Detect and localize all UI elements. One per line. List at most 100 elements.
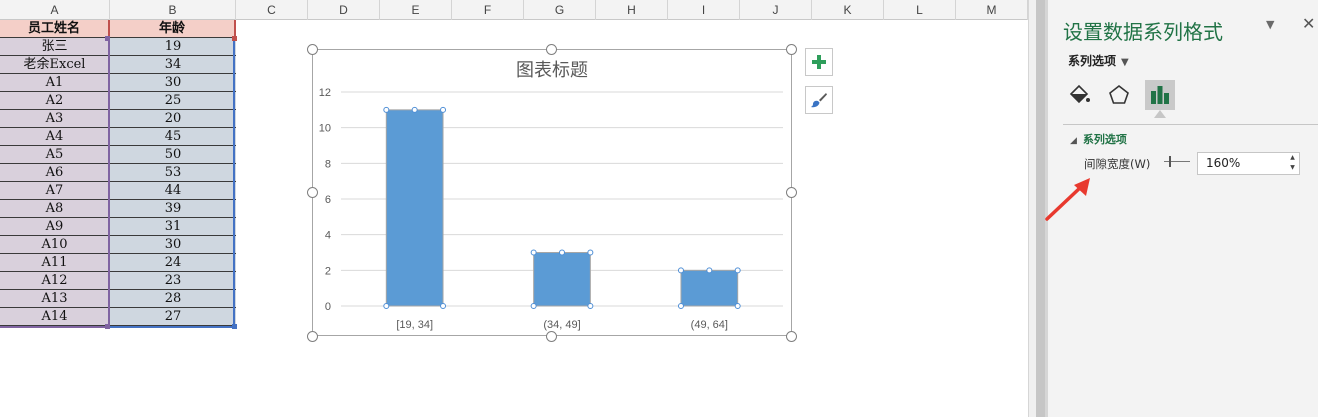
resize-handle-bottom-center[interactable] (546, 331, 557, 342)
resize-handle-middle-left[interactable] (307, 187, 318, 198)
column-header-l[interactable]: L (884, 0, 956, 20)
series-options-dropdown-label: 系列选项 (1068, 54, 1117, 68)
age-cell[interactable]: 31 (110, 218, 236, 236)
bar-selection-handle[interactable] (587, 303, 594, 309)
gap-width-spinner[interactable]: ▲ ▼ (1286, 153, 1299, 174)
age-cell[interactable]: 19 (110, 38, 236, 56)
name-cell[interactable]: 老余Excel (0, 56, 110, 74)
name-cell[interactable]: A8 (0, 200, 110, 218)
name-cell[interactable]: A5 (0, 146, 110, 164)
table-row: 老余Excel 34 (0, 56, 236, 74)
age-cell[interactable]: 25 (110, 92, 236, 110)
age-cell[interactable]: 24 (110, 254, 236, 272)
gap-width-slider[interactable] (1164, 161, 1190, 162)
resize-handle-top-center[interactable] (546, 44, 557, 55)
bar[interactable] (680, 269, 739, 307)
age-cell[interactable]: 53 (110, 164, 236, 182)
column-header-h[interactable]: H (596, 0, 668, 20)
name-cell[interactable]: A6 (0, 164, 110, 182)
bar-selection-handle[interactable] (383, 303, 390, 309)
name-cell[interactable]: A4 (0, 128, 110, 146)
name-cell[interactable]: A12 (0, 272, 110, 290)
resize-handle-middle-right[interactable] (786, 187, 797, 198)
section-series-options[interactable]: ◢ 系列选项 (1070, 131, 1127, 147)
tab-series-options[interactable] (1145, 80, 1175, 110)
table-row: A10 30 (0, 236, 236, 254)
name-cell[interactable]: A9 (0, 218, 110, 236)
column-header-a[interactable]: A (0, 0, 110, 20)
column-header-j[interactable]: J (740, 0, 812, 20)
name-cell[interactable]: A3 (0, 110, 110, 128)
bar-selection-handle[interactable] (706, 267, 713, 274)
bar-selection-handle[interactable] (530, 303, 537, 309)
bar-selection-handle[interactable] (677, 303, 684, 309)
column-header-f[interactable]: F (452, 0, 524, 20)
worksheet[interactable]: ABCDEFGHIJKLM 员工姓名 年龄 张三 19 老余Excel 34 A1 30 A2 2… (0, 0, 1028, 417)
series-options-dropdown[interactable]: 系列选项 ▼ (1068, 52, 1129, 69)
bar-selection-handle[interactable] (559, 249, 565, 256)
column-header-k[interactable]: K (812, 0, 884, 20)
bar-selection-handle[interactable] (587, 249, 594, 256)
header-cell-name[interactable]: 员工姓名 (0, 20, 110, 38)
age-cell[interactable]: 44 (110, 182, 236, 200)
name-cell[interactable]: A11 (0, 254, 110, 272)
tab-fill-line[interactable] (1064, 80, 1094, 110)
name-cell[interactable]: A2 (0, 92, 110, 110)
chevron-down-icon: ▼ (1121, 57, 1129, 68)
age-cell[interactable]: 20 (110, 110, 236, 128)
close-icon[interactable]: ✕ (1302, 14, 1315, 33)
range-handle-b-bottom[interactable] (232, 324, 237, 329)
header-cell-age[interactable]: 年龄 (110, 20, 236, 38)
bar-selection-handle[interactable] (734, 303, 741, 309)
column-header-b[interactable]: B (110, 0, 236, 20)
column-header-i[interactable]: I (668, 0, 740, 20)
age-cell[interactable]: 45 (110, 128, 236, 146)
slider-thumb[interactable] (1169, 156, 1171, 167)
gap-width-input[interactable]: 160% (1197, 152, 1300, 175)
bar-selection-handle[interactable] (734, 267, 741, 274)
bar-selection-handle[interactable] (440, 106, 447, 113)
resize-handle-top-left[interactable] (307, 44, 318, 55)
bar-selection-handle[interactable] (440, 303, 447, 309)
tab-effects[interactable] (1104, 80, 1134, 110)
range-handle-a-top[interactable] (105, 36, 110, 41)
age-cell[interactable]: 30 (110, 74, 236, 92)
column-header-e[interactable]: E (380, 0, 452, 20)
column-header-c[interactable]: C (236, 0, 308, 20)
age-cell[interactable]: 28 (110, 290, 236, 308)
bar-selection-handle[interactable] (383, 106, 390, 113)
histogram-chart[interactable]: 图表标题 0 2 4 6 8 10 12 [19, 34] (34, 49] (49, 64] (312, 49, 792, 336)
column-header-m[interactable]: M (956, 0, 1028, 20)
chart-elements-button[interactable] (805, 48, 833, 76)
name-cell[interactable]: A7 (0, 182, 110, 200)
range-handle-a-bottom[interactable] (105, 324, 110, 329)
range-handle-b-top[interactable] (232, 36, 237, 41)
age-cell[interactable]: 23 (110, 272, 236, 290)
resize-handle-bottom-left[interactable] (307, 331, 318, 342)
bar[interactable] (385, 109, 444, 307)
name-cell[interactable]: A13 (0, 290, 110, 308)
age-cell[interactable]: 50 (110, 146, 236, 164)
age-cell[interactable]: 30 (110, 236, 236, 254)
bar-selection-handle[interactable] (530, 249, 537, 256)
name-cell[interactable]: A10 (0, 236, 110, 254)
name-cell[interactable]: 张三 (0, 38, 110, 56)
spinner-up-icon[interactable]: ▲ (1286, 153, 1299, 163)
bar-selection-handle[interactable] (411, 106, 418, 113)
chart-styles-button[interactable] (805, 86, 833, 114)
spinner-down-icon[interactable]: ▼ (1286, 163, 1299, 173)
name-cell[interactable]: A14 (0, 308, 110, 326)
table-row: A8 39 (0, 200, 236, 218)
brush-icon (811, 93, 827, 108)
resize-handle-bottom-right[interactable] (786, 331, 797, 342)
resize-handle-top-right[interactable] (786, 44, 797, 55)
bar[interactable] (533, 252, 591, 307)
age-cell[interactable]: 27 (110, 308, 236, 326)
bar-selection-handle[interactable] (677, 267, 684, 274)
age-cell[interactable]: 34 (110, 56, 236, 74)
column-header-g[interactable]: G (524, 0, 596, 20)
pane-options-icon[interactable]: ▼ (1266, 18, 1274, 31)
column-header-d[interactable]: D (308, 0, 380, 20)
age-cell[interactable]: 39 (110, 200, 236, 218)
name-cell[interactable]: A1 (0, 74, 110, 92)
